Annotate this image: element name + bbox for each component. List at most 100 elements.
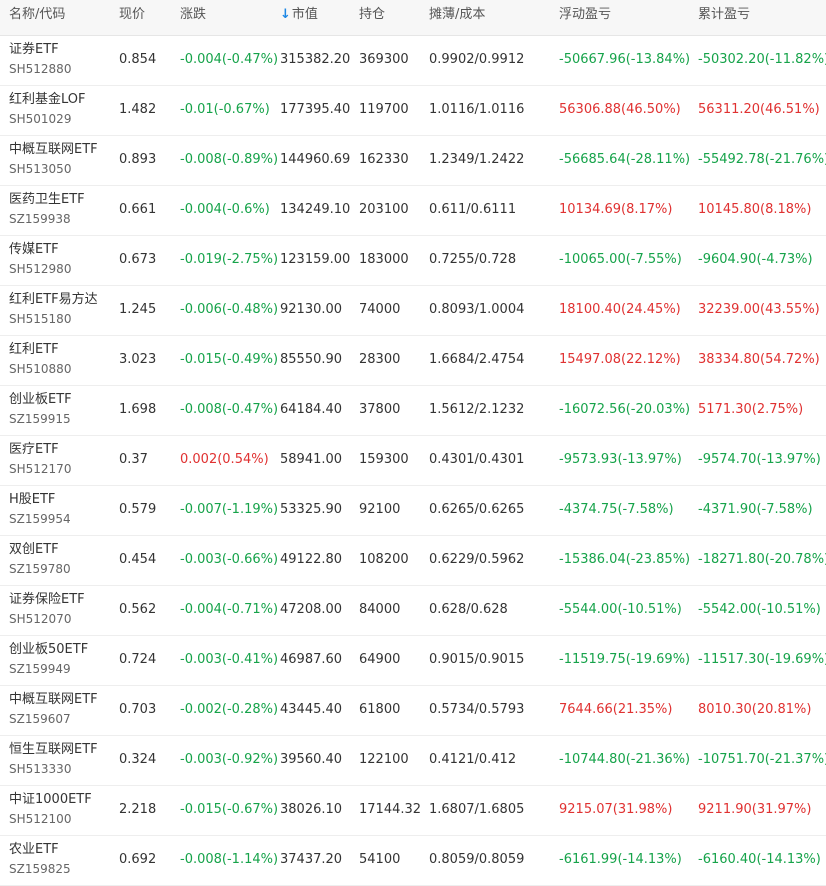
holdings-cell: 162330 [359,152,409,167]
price-cell: 1.482 [119,102,157,117]
fund-name: H股ETF [9,492,56,507]
market-value-cell: 43445.40 [280,702,343,717]
change-cell: -0.015(-0.67%) [180,802,279,817]
table-row[interactable]: 中概互联网ETF SZ159607 0.703 -0.002(-0.28%) 43445… [0,686,826,736]
header-market-value[interactable]: ↓市值 [280,0,318,35]
fund-name-cell[interactable]: 创业板50ETF SZ159949 [9,642,88,677]
table-row[interactable]: H股ETF SZ159954 0.579 -0.007(-1.19%) 53325.90… [0,486,826,536]
table-row[interactable]: 传媒ETF SH512980 0.673 -0.019(-2.75%) 123159.0… [0,236,826,286]
header-cumulative-pl[interactable]: 累计盈亏 [698,0,750,35]
fund-code: SH512880 [9,62,72,76]
table-row[interactable]: 证券ETF SH512880 0.854 -0.004(-0.47%) 315382.2… [0,36,826,86]
fund-name-cell[interactable]: H股ETF SZ159954 [9,492,71,527]
table-row[interactable]: 证券保险ETF SH512070 0.562 -0.004(-0.71%) 47208.… [0,586,826,636]
fund-name-cell[interactable]: 红利ETF SH510880 [9,342,71,377]
fund-name-cell[interactable]: 中概互联网ETF SH513050 [9,142,98,177]
sort-down-arrow-icon: ↓ [280,7,291,22]
fund-code: SZ159780 [9,562,71,576]
table-row[interactable]: 医疗ETF SH512170 0.37 0.002(0.54%) 58941.00 159… [0,436,826,486]
price-cell: 0.854 [119,52,157,67]
table-row[interactable]: 医药卫生ETF SZ159938 0.661 -0.004(-0.6%) 134249.… [0,186,826,236]
market-value-cell: 49122.80 [280,552,343,567]
fund-name: 医药卫生ETF [9,192,85,207]
fund-name: 双创ETF [9,542,59,557]
fund-name-cell[interactable]: 医疗ETF SH512170 [9,442,71,477]
floating-pl-cell: 9215.07(31.98%) [559,802,673,817]
fund-name-cell[interactable]: 证券ETF SH512880 [9,42,71,77]
fund-name-cell[interactable]: 传媒ETF SH512980 [9,242,71,277]
floating-pl-cell: -11519.75(-19.69%) [559,652,691,667]
fund-code: SZ159607 [9,712,71,726]
cumulative-pl-cell: -5542.00(-10.51%) [698,602,821,617]
cost-cell: 1.6807/1.6805 [429,802,525,817]
price-cell: 0.692 [119,852,157,867]
table-row[interactable]: 中证1000ETF SH512100 2.218 -0.015(-0.67%) 3802… [0,786,826,836]
header-price[interactable]: 现价 [119,0,145,35]
change-cell: -0.007(-1.19%) [180,502,279,517]
cumulative-pl-cell: -55492.78(-21.76%) [698,152,826,167]
price-cell: 0.562 [119,602,157,617]
table-row[interactable]: 红利ETF易方达 SH515180 1.245 -0.006(-0.48%) 92130… [0,286,826,336]
table-row[interactable]: 恒生互联网ETF SH513330 0.324 -0.003(-0.92%) 39560… [0,736,826,786]
table-row[interactable]: 创业板50ETF SZ159949 0.724 -0.003(-0.41%) 46987… [0,636,826,686]
fund-name-cell[interactable]: 证券保险ETF SH512070 [9,592,85,627]
fund-name: 农业ETF [9,842,59,857]
fund-code: SH512980 [9,262,72,276]
cost-cell: 0.628/0.628 [429,602,508,617]
holdings-cell: 17144.32 [359,802,422,817]
holdings-cell: 37800 [359,402,401,417]
fund-code: SH513050 [9,162,72,176]
header-holdings[interactable]: 持仓 [359,0,385,35]
fund-name-cell[interactable]: 双创ETF SZ159780 [9,542,71,577]
floating-pl-cell: -15386.04(-23.85%) [559,552,691,567]
holdings-cell: 54100 [359,852,401,867]
fund-name-cell[interactable]: 红利基金LOF SH501029 [9,92,86,127]
fund-name-cell[interactable]: 医药卫生ETF SZ159938 [9,192,85,227]
table-row[interactable]: 双创ETF SZ159780 0.454 -0.003(-0.66%) 49122.80… [0,536,826,586]
market-value-cell: 144960.69 [280,152,351,167]
change-cell: -0.002(-0.28%) [180,702,279,717]
header-change[interactable]: 涨跌 [180,0,206,35]
table-row[interactable]: 创业板ETF SZ159915 1.698 -0.008(-0.47%) 64184.4… [0,386,826,436]
floating-pl-cell: -56685.64(-28.11%) [559,152,691,167]
cumulative-pl-cell: -9574.70(-13.97%) [698,452,821,467]
header-cost[interactable]: 摊薄/成本 [429,0,485,35]
table-row[interactable]: 农业ETF SZ159825 0.692 -0.008(-1.14%) 37437.20… [0,836,826,886]
cost-cell: 0.4121/0.412 [429,752,517,767]
change-cell: -0.006(-0.48%) [180,302,279,317]
price-cell: 0.579 [119,502,157,517]
cumulative-pl-cell: -11517.30(-19.69%) [698,652,826,667]
price-cell: 0.661 [119,202,157,217]
cumulative-pl-cell: 9211.90(31.97%) [698,802,812,817]
table-body: 证券ETF SH512880 0.854 -0.004(-0.47%) 315382.2… [0,36,826,886]
fund-name-cell[interactable]: 中证1000ETF SH512100 [9,792,92,827]
change-cell: 0.002(0.54%) [180,452,269,467]
cumulative-pl-cell: -10751.70(-21.37%) [698,752,826,767]
header-name-code[interactable]: 名称/代码 [9,0,65,35]
market-value-cell: 315382.20 [280,52,351,67]
fund-name-cell[interactable]: 创业板ETF SZ159915 [9,392,72,427]
floating-pl-cell: 15497.08(22.12%) [559,352,681,367]
cost-cell: 1.0116/1.0116 [429,102,525,117]
fund-name-cell[interactable]: 恒生互联网ETF SH513330 [9,742,98,777]
table-row[interactable]: 红利基金LOF SH501029 1.482 -0.01(-0.67%) 177395.… [0,86,826,136]
table-row[interactable]: 中概互联网ETF SH513050 0.893 -0.008(-0.89%) 14496… [0,136,826,186]
cost-cell: 1.5612/2.1232 [429,402,525,417]
price-cell: 0.324 [119,752,157,767]
cumulative-pl-cell: 5171.30(2.75%) [698,402,804,417]
change-cell: -0.015(-0.49%) [180,352,279,367]
change-cell: -0.008(-0.47%) [180,402,279,417]
fund-name-cell[interactable]: 农业ETF SZ159825 [9,842,71,877]
cost-cell: 0.5734/0.5793 [429,702,525,717]
fund-name-cell[interactable]: 红利ETF易方达 SH515180 [9,292,98,327]
fund-name: 证券保险ETF [9,592,85,607]
market-value-cell: 64184.40 [280,402,343,417]
floating-pl-cell: 10134.69(8.17%) [559,202,673,217]
fund-name: 红利ETF [9,342,59,357]
fund-name-cell[interactable]: 中概互联网ETF SZ159607 [9,692,98,727]
price-cell: 0.673 [119,252,157,267]
market-value-cell: 47208.00 [280,602,343,617]
floating-pl-cell: -5544.00(-10.51%) [559,602,682,617]
header-floating-pl[interactable]: 浮动盈亏 [559,0,611,35]
table-row[interactable]: 红利ETF SH510880 3.023 -0.015(-0.49%) 85550.90… [0,336,826,386]
